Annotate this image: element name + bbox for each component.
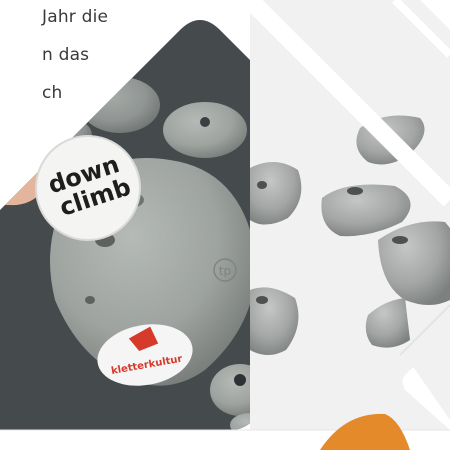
- holds-on-white-photo: [250, 0, 450, 430]
- svg-text:tp: tp: [219, 264, 231, 278]
- climbing-holds-collage: down climb kletterkultur tp: [0, 0, 450, 450]
